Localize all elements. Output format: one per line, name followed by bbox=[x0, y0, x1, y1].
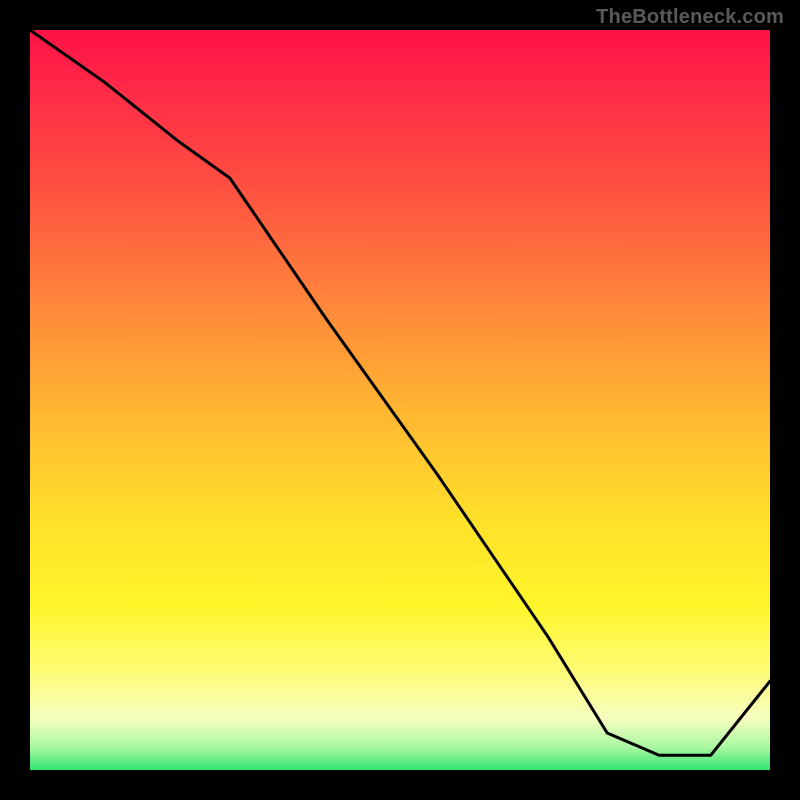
chart-frame: TheBottleneck.com bbox=[0, 0, 800, 800]
curve-path bbox=[30, 30, 770, 755]
watermark-text: TheBottleneck.com bbox=[596, 6, 784, 29]
data-curve bbox=[30, 30, 770, 770]
plot-area bbox=[30, 30, 770, 770]
